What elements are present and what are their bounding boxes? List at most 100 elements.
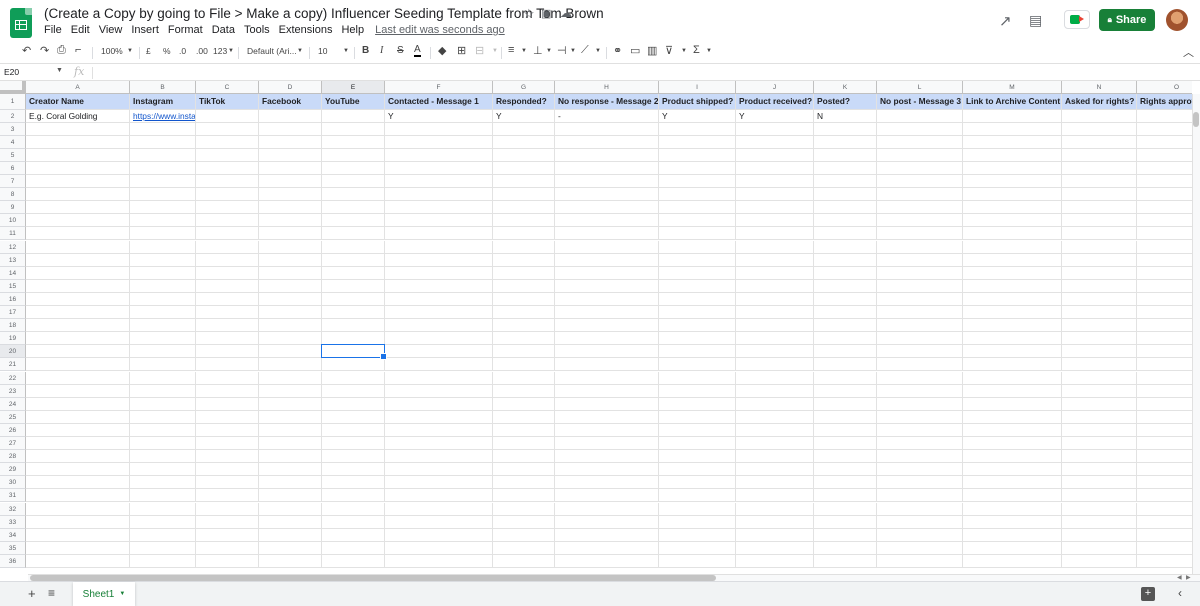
cell-d27[interactable] [259,437,322,451]
select-all-corner[interactable] [0,81,26,94]
cell-n2[interactable] [1062,109,1137,123]
cell-j18[interactable] [736,319,814,333]
cell-j22[interactable] [736,371,814,385]
menu-file[interactable]: File [44,24,62,36]
cell-l22[interactable] [877,371,963,385]
cell-a3[interactable] [26,122,130,136]
cell-a8[interactable] [26,188,130,202]
row-header-15[interactable]: 15 [0,279,26,293]
cell-f8[interactable] [385,188,493,202]
cell-b23[interactable] [130,384,196,398]
insert-link-icon[interactable]: ⚭ [613,44,622,57]
cell-g20[interactable] [493,345,555,359]
menu-insert[interactable]: Insert [131,24,159,36]
cell-e6[interactable] [322,161,385,175]
column-header-d[interactable]: D [259,81,322,94]
cell-l28[interactable] [877,450,963,464]
cell-d9[interactable] [259,201,322,215]
cell-l17[interactable] [877,306,963,320]
cell-g23[interactable] [493,384,555,398]
cell-e33[interactable] [322,515,385,529]
cell-l25[interactable] [877,410,963,424]
functions-icon[interactable]: Σ [693,44,700,56]
row-header-29[interactable]: 29 [0,463,26,477]
cell-m24[interactable] [963,397,1062,411]
document-title[interactable]: (Create a Copy by going to File > Make a… [44,6,604,21]
menu-help[interactable]: Help [341,24,364,36]
cell-h6[interactable] [555,161,659,175]
cell-b17[interactable] [130,306,196,320]
cell-b18[interactable] [130,319,196,333]
menu-extensions[interactable]: Extensions [279,24,333,36]
row-header-26[interactable]: 26 [0,423,26,437]
cell-b10[interactable] [130,214,196,228]
cell-g21[interactable] [493,358,555,372]
functions-chevron-down-icon[interactable]: ▼ [706,48,712,54]
cell-f18[interactable] [385,319,493,333]
cell-k23[interactable] [814,384,877,398]
cell-g3[interactable] [493,122,555,136]
formula-input[interactable] [98,67,1188,79]
cell-h7[interactable] [555,175,659,189]
cell-j28[interactable] [736,450,814,464]
cell-b27[interactable] [130,437,196,451]
cell-f35[interactable] [385,541,493,555]
cell-j1[interactable]: Product received? [736,94,814,110]
cell-i33[interactable] [659,515,736,529]
cell-d21[interactable] [259,358,322,372]
cell-k27[interactable] [814,437,877,451]
cell-k31[interactable] [814,489,877,503]
cell-j4[interactable] [736,135,814,149]
cell-f30[interactable] [385,476,493,490]
cell-f7[interactable] [385,175,493,189]
cell-o29[interactable] [1137,463,1192,477]
cell-h1[interactable]: No response - Message 2 [555,94,659,110]
avatar[interactable] [1166,9,1188,31]
cell-g6[interactable] [493,161,555,175]
cell-m20[interactable] [963,345,1062,359]
cell-l32[interactable] [877,502,963,516]
cell-j11[interactable] [736,227,814,241]
row-header-13[interactable]: 13 [0,253,26,267]
cell-j10[interactable] [736,214,814,228]
cell-n21[interactable] [1062,358,1137,372]
cell-j15[interactable] [736,279,814,293]
cell-g16[interactable] [493,292,555,306]
cell-f17[interactable] [385,306,493,320]
cell-e28[interactable] [322,450,385,464]
explore-icon[interactable]: + [1141,587,1155,601]
cell-i35[interactable] [659,541,736,555]
cell-f36[interactable] [385,554,493,568]
cell-d28[interactable] [259,450,322,464]
cell-o9[interactable] [1137,201,1192,215]
cell-o30[interactable] [1137,476,1192,490]
sheets-logo-icon[interactable] [10,8,32,38]
cell-d18[interactable] [259,319,322,333]
cell-o13[interactable] [1137,254,1192,267]
cell-i3[interactable] [659,122,736,136]
cell-o34[interactable] [1137,529,1192,542]
cell-k18[interactable] [814,319,877,333]
column-header-b[interactable]: B [130,81,196,94]
cell-n13[interactable] [1062,253,1137,267]
cell-j30[interactable] [736,476,814,490]
cell-g35[interactable] [493,541,555,555]
name-box-chevron-down-icon[interactable]: ▼ [56,67,63,74]
cell-o28[interactable] [1137,450,1192,464]
align-vertical-icon[interactable]: ⊥ [533,44,543,57]
cell-f23[interactable] [385,384,493,398]
cell-i16[interactable] [659,292,736,306]
wrap-chevron-down-icon[interactable]: ▼ [570,48,576,54]
cell-g8[interactable] [493,188,555,202]
cell-g13[interactable] [493,253,555,267]
cell-b14[interactable] [130,266,196,280]
cell-c28[interactable] [196,450,259,464]
cell-f11[interactable] [385,227,493,241]
cell-h8[interactable] [555,188,659,202]
cell-l34[interactable] [877,528,963,542]
cell-g19[interactable] [493,332,555,346]
cell-e8[interactable] [322,188,385,202]
cell-m26[interactable] [963,423,1062,437]
row-header-8[interactable]: 8 [0,188,26,202]
cell-j8[interactable] [736,188,814,202]
